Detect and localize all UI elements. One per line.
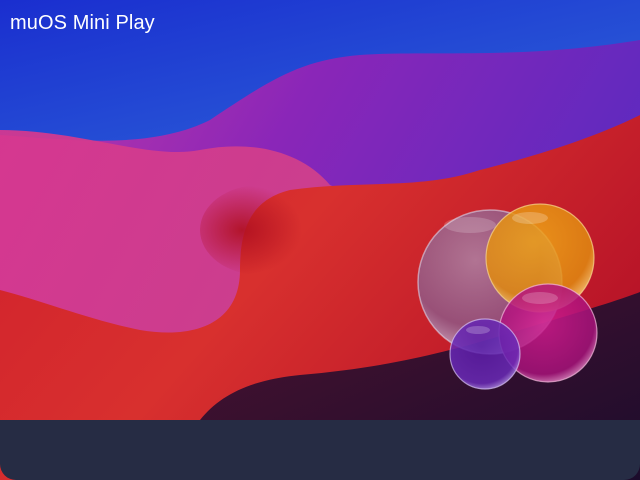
bubble-highlight <box>522 292 558 304</box>
home-screen: muOS Mini Play <box>0 0 640 480</box>
device-title: muOS Mini Play <box>10 12 155 34</box>
bubble-highlight <box>512 212 548 224</box>
bubble-highlight <box>444 217 496 233</box>
wallpaper <box>0 0 640 480</box>
bottom-bar <box>0 420 640 480</box>
wave-shadow <box>200 185 320 275</box>
bubble-highlight <box>466 326 490 334</box>
